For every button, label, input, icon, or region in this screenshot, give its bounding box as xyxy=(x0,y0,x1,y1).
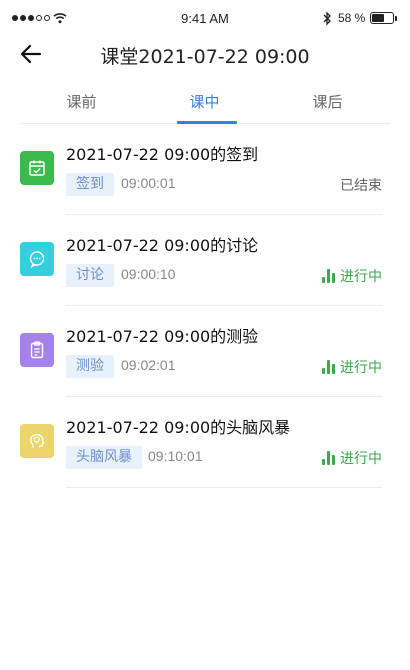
item-title: 2021-07-22 09:00的签到 xyxy=(66,145,259,164)
item-title: 2021-07-22 09:00的测验 xyxy=(66,327,259,346)
lightbulb-head-icon xyxy=(20,424,54,458)
chat-bubble-icon xyxy=(20,242,54,276)
tab-after-class[interactable]: 课后 xyxy=(266,80,389,124)
divider xyxy=(66,487,382,488)
live-bars-icon xyxy=(322,451,335,465)
list-item[interactable]: 2021-07-22 09:00的讨论 讨论 09:00:10 进行中 xyxy=(0,215,410,306)
item-type-tag: 测验 xyxy=(66,355,114,378)
tab-before-class[interactable]: 课前 xyxy=(20,80,143,124)
battery-icon xyxy=(370,12,397,24)
clipboard-icon xyxy=(20,333,54,367)
status-label: 进行中 xyxy=(340,451,382,467)
item-time: 09:02:01 xyxy=(121,357,176,373)
list-item[interactable]: 2021-07-22 09:00的测验 测验 09:02:01 进行中 xyxy=(0,306,410,397)
calendar-check-icon xyxy=(20,151,54,185)
status-badge: 进行中 xyxy=(322,357,382,377)
item-type-tag: 签到 xyxy=(66,173,114,196)
status-label: 进行中 xyxy=(340,360,382,376)
status-badge: 进行中 xyxy=(322,266,382,286)
live-bars-icon xyxy=(322,360,335,374)
status-label: 已结束 xyxy=(340,178,382,194)
page-title: 课堂2021-07-22 09:00 xyxy=(100,46,310,68)
battery-percentage: 58 % xyxy=(338,11,366,25)
item-time: 09:00:01 xyxy=(121,175,176,191)
status-label: 进行中 xyxy=(340,269,382,285)
status-badge: 已结束 xyxy=(340,175,382,195)
item-type-tag: 讨论 xyxy=(66,264,114,287)
item-title: 2021-07-22 09:00的讨论 xyxy=(66,236,259,255)
tab-in-class[interactable]: 课中 xyxy=(143,80,266,124)
item-time: 09:10:01 xyxy=(148,448,203,464)
item-type-tag: 头脑风暴 xyxy=(66,446,142,469)
status-badge: 进行中 xyxy=(322,448,382,468)
list-item[interactable]: 2021-07-22 09:00的签到 签到 09:00:01 已结束 xyxy=(0,124,410,215)
item-time: 09:00:10 xyxy=(121,266,176,282)
live-bars-icon xyxy=(322,269,335,283)
bluetooth-icon xyxy=(323,11,331,26)
list-item[interactable]: 2021-07-22 09:00的头脑风暴 头脑风暴 09:10:01 进行中 xyxy=(0,397,410,488)
item-title: 2021-07-22 09:00的头脑风暴 xyxy=(66,418,291,437)
tab-bar: 课前 课中 课后 xyxy=(20,80,390,124)
status-bar: 9:41 AM 58 % xyxy=(0,0,410,38)
